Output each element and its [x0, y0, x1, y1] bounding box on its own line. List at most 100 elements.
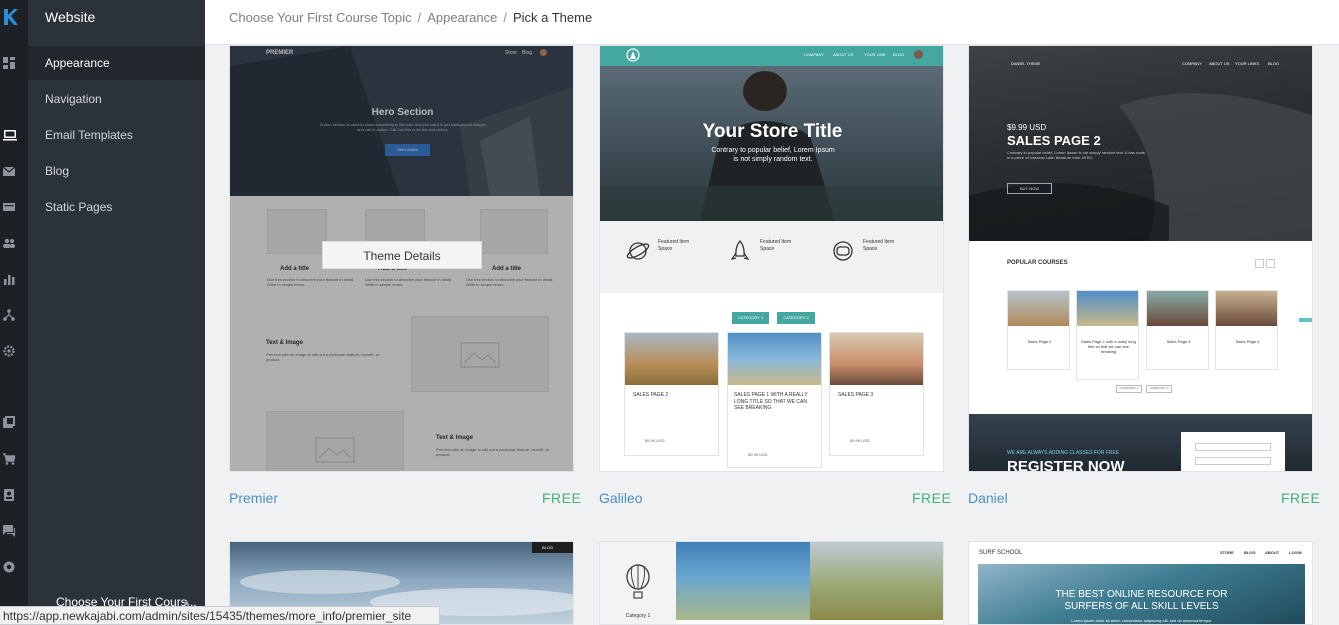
- astronaut-icon: [833, 241, 853, 261]
- people-icon[interactable]: [3, 237, 15, 249]
- preview-navbar: BLOG: [532, 542, 573, 553]
- subnav-item-blog[interactable]: Blog: [28, 154, 205, 188]
- theme-name-premier[interactable]: Premier: [229, 490, 278, 506]
- surf-nav-store: STORE: [1220, 550, 1234, 555]
- course-title-3: Sales Page 3: [1166, 339, 1191, 344]
- featured-item-2: Featured Item Space: [760, 239, 792, 252]
- surf-nav-about: ABOUT: [1265, 550, 1280, 555]
- form-field-email: [1195, 457, 1271, 465]
- daniel-headline: SALES PAGE 2: [1007, 133, 1101, 148]
- preview-category: Category 1: [625, 613, 651, 619]
- galileo-nav-company: COMPANY: [804, 52, 824, 57]
- galileo-avatar: [914, 50, 923, 59]
- galileo-logo-icon: [626, 48, 640, 62]
- daniel-course-2: Sales Page 1 with a really long title so…: [1076, 290, 1139, 380]
- product-image-1: [625, 333, 718, 385]
- product-price-2: $9.99 USD: [748, 452, 768, 457]
- support-chat-icon[interactable]: [3, 525, 15, 537]
- rocket-icon: [730, 239, 750, 260]
- contacts-icon[interactable]: [3, 489, 15, 501]
- analytics-icon[interactable]: [3, 273, 15, 285]
- form-field-name: [1195, 443, 1271, 451]
- theme-price-premier: FREE: [542, 490, 582, 506]
- course-image-1: [1008, 291, 1069, 326]
- breadcrumb-separator: /: [503, 10, 507, 25]
- theme-preview-row2-2[interactable]: Category 1: [599, 541, 944, 625]
- theme-details-button[interactable]: Theme Details: [322, 241, 482, 269]
- course-title-2: Sales Page 1 with a really long title so…: [1081, 339, 1136, 355]
- daniel-body: Contrary to popular belief, Lorem Ipsum …: [1007, 150, 1145, 161]
- offers-icon[interactable]: [3, 201, 15, 213]
- carousel-next: [1266, 259, 1275, 268]
- icon-rail: [0, 0, 28, 625]
- preview-image-1: [676, 542, 810, 620]
- daniel-category-2: CATEGORY 2: [1146, 385, 1172, 393]
- products-icon[interactable]: [3, 416, 15, 428]
- breadcrumb-separator: /: [417, 10, 422, 25]
- link-preview-status-bar: https://app.newkajabi.com/admin/sites/15…: [0, 606, 440, 625]
- course-image-2: [1077, 291, 1138, 326]
- galileo-featured-strip: [600, 221, 943, 293]
- theme-preview-premier[interactable]: PREMIER Store Blog Hero Section A hero s…: [229, 45, 574, 472]
- carousel-prev: [1255, 259, 1264, 268]
- product-title-2: SALES PAGE 1 WITH A REALLY LONG TITLE SO…: [734, 392, 808, 411]
- breadcrumb-link-appearance[interactable]: Appearance: [427, 10, 497, 25]
- galileo-category-2: CATEGORY 2: [777, 312, 815, 324]
- course-title-4: Sales Page 4: [1235, 339, 1260, 344]
- settings-icon[interactable]: [3, 345, 15, 357]
- theme-preview-galileo[interactable]: COMPANY ABOUT US YOUR LINK BLOG Your Sto…: [599, 45, 944, 472]
- store-icon[interactable]: [3, 453, 15, 465]
- product-card-2: SALES PAGE 1 WITH A REALLY LONG TITLE SO…: [727, 332, 822, 468]
- website-icon[interactable]: [3, 129, 17, 141]
- course-title-1: Sales Page 2: [1027, 339, 1052, 344]
- theme-preview-surf-school[interactable]: SURF SCHOOL STORE BLOG ABOUT LOGIN THE B…: [968, 541, 1313, 625]
- surf-headline: THE BEST ONLINE RESOURCE FOR SURFERS OF …: [1055, 589, 1228, 612]
- breadcrumb-current: Pick a Theme: [512, 10, 593, 25]
- theme-name-daniel[interactable]: Daniel: [968, 490, 1008, 506]
- breadcrumb-link-course[interactable]: Choose Your First Course Topic: [229, 10, 412, 25]
- hot-air-balloon-icon: [626, 564, 650, 599]
- product-price-1: $9.99 USD: [645, 438, 665, 443]
- subnav-item-email-templates[interactable]: Email Templates: [28, 118, 205, 152]
- daniel-banner-title: REGISTER NOW: [1007, 458, 1125, 472]
- daniel-price: $9.99 USD: [1007, 123, 1047, 132]
- galileo-nav-link: YOUR LINK: [864, 52, 886, 57]
- email-icon[interactable]: [3, 165, 15, 177]
- product-card-1: SALES PAGE 2 $9.99 USD: [624, 332, 719, 456]
- subnav-item-navigation[interactable]: Navigation: [28, 82, 205, 116]
- surf-nav-blog: BLOG: [1244, 550, 1256, 555]
- preview-nav-blog: BLOG: [542, 545, 554, 550]
- planet-icon: [626, 242, 650, 260]
- daniel-course-4: Sales Page 4: [1215, 290, 1278, 370]
- subnav-item-static-pages[interactable]: Static Pages: [28, 190, 205, 224]
- theme-preview-daniel[interactable]: DANIEL THEME COMPANY ABOUT US YOUR LINKS…: [968, 45, 1313, 472]
- subnav-item-appearance[interactable]: Appearance: [28, 46, 205, 80]
- daniel-signup-form: [1181, 432, 1285, 471]
- daniel-course-3: Sales Page 3: [1146, 290, 1209, 370]
- daniel-category-1: CATEGORY 1: [1116, 385, 1142, 393]
- daniel-popular-title: POPULAR COURSES: [1007, 260, 1068, 266]
- theme-price-daniel: FREE: [1281, 490, 1321, 506]
- product-price-3: $9.99 USD: [850, 438, 870, 443]
- featured-item-3: Featured Item Space: [863, 239, 895, 252]
- galileo-store-title: Your Store Title: [702, 121, 843, 142]
- product-card-3: SALES PAGE 3 $9.99 USD: [829, 332, 924, 456]
- product-title-1: SALES PAGE 2: [633, 392, 669, 398]
- page-header: Choose Your First Course Topic / Appearanc…: [205, 0, 1339, 45]
- surf-body: Lorem ipsum dolor sit amet, consectetur …: [1071, 618, 1212, 623]
- kajabi-logo-icon[interactable]: [2, 8, 18, 26]
- theme-name-galileo[interactable]: Galileo: [599, 490, 643, 506]
- help-icon[interactable]: [3, 561, 15, 573]
- daniel-nav-about: ABOUT US: [1209, 61, 1230, 66]
- daniel-nav-blog: BLOG: [1268, 61, 1280, 66]
- product-image-2: [728, 333, 821, 385]
- subnav-title: Website: [45, 9, 96, 25]
- daniel-buy-now: BUY NOW: [1007, 183, 1052, 194]
- daniel-nav-links: YOUR LINKS: [1235, 61, 1260, 66]
- funnels-icon[interactable]: [3, 309, 15, 321]
- website-subnav: Website Appearance Navigation Email Temp…: [28, 0, 205, 625]
- daniel-banner-small: WE ARE ALWAYS ADDING CLASSES FOR FREE: [1007, 450, 1120, 456]
- breadcrumb: Choose Your First Course Topic / Appearanc…: [229, 10, 592, 25]
- dashboard-icon[interactable]: [3, 57, 15, 69]
- preview-image-2: [810, 542, 943, 620]
